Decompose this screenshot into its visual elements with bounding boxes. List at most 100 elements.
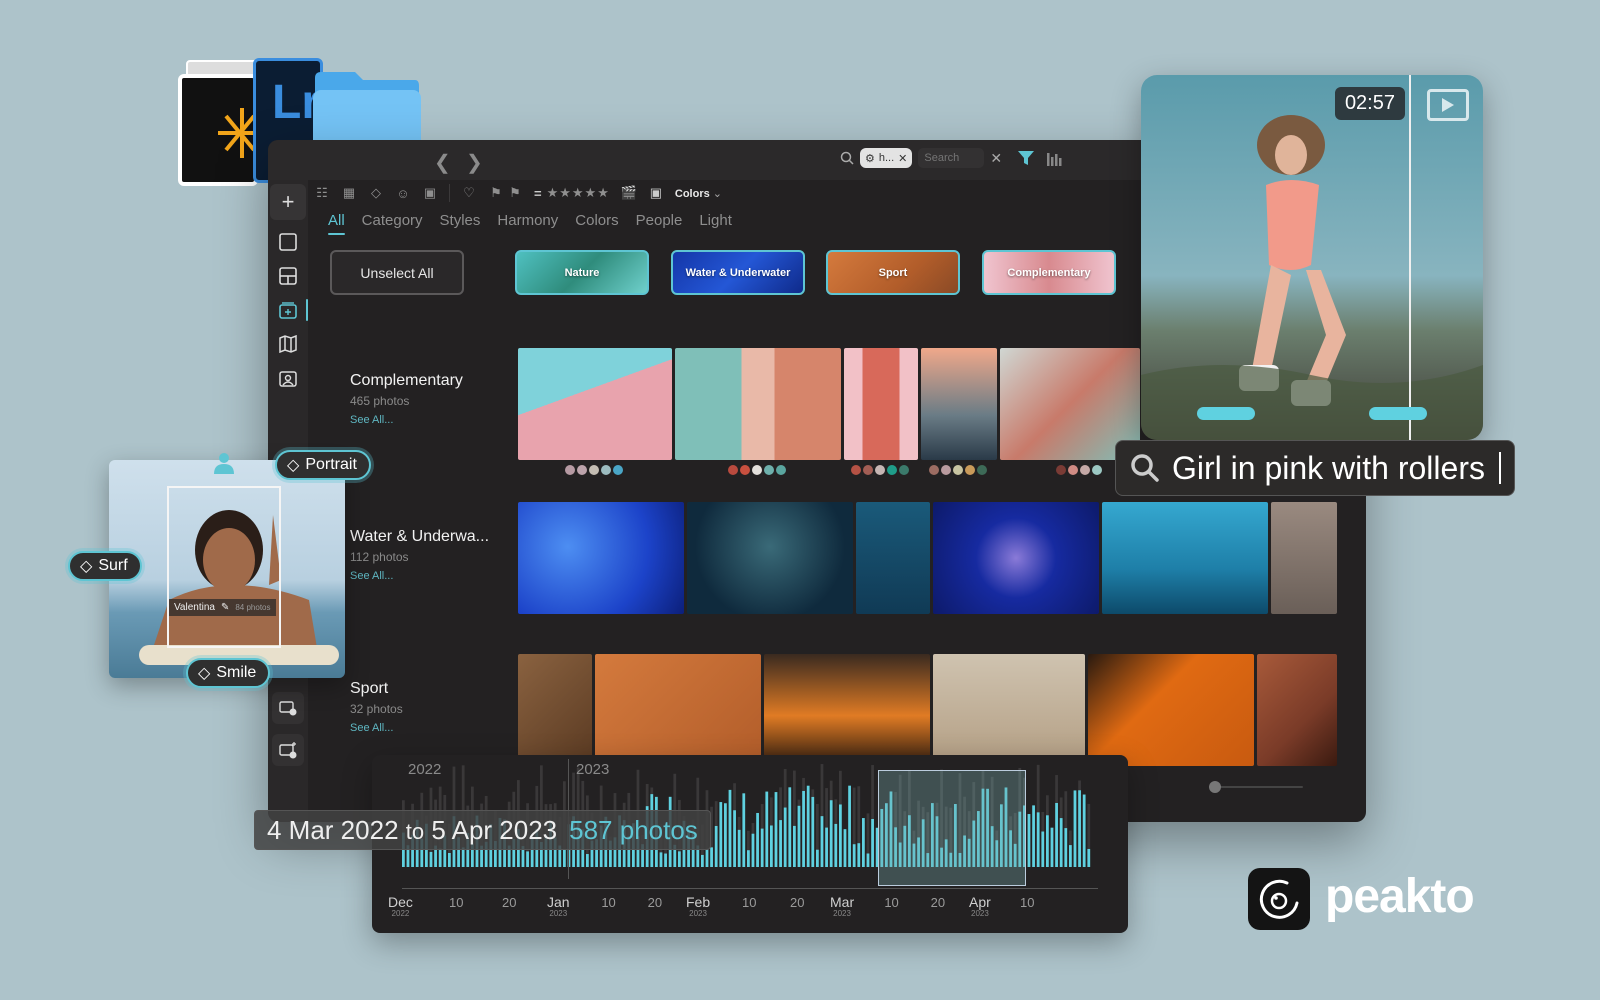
timeline-bar[interactable]	[438, 848, 442, 867]
photo-thumbnail[interactable]	[595, 654, 761, 766]
forward-arrow-icon[interactable]: ❯	[466, 150, 483, 175]
timeline-bar[interactable]	[1087, 848, 1091, 867]
photo-thumbnail[interactable]	[856, 502, 930, 614]
flag-reject-icon[interactable]: ⚑	[507, 185, 523, 201]
tag-smile[interactable]: ◇ Smile	[186, 658, 271, 688]
color-swatch[interactable]	[929, 465, 939, 475]
heart-icon[interactable]: ♡	[461, 185, 477, 201]
tag-icon[interactable]: ◇	[368, 185, 384, 201]
grid-view-icon[interactable]	[274, 262, 302, 290]
see-all-link[interactable]: See All...	[350, 722, 403, 734]
filter-chip-sport[interactable]: Sport	[826, 250, 960, 295]
filter-chip-complementary[interactable]: Complementary	[982, 250, 1116, 295]
color-swatch[interactable]	[977, 465, 987, 475]
color-swatch[interactable]	[764, 465, 774, 475]
timeline-bar[interactable]	[1073, 790, 1077, 867]
timeline-bar[interactable]	[1059, 818, 1063, 867]
timeline-bar[interactable]	[586, 854, 589, 867]
tab-colors[interactable]: Colors	[575, 212, 618, 235]
video-preview[interactable]: 02:57	[1141, 75, 1483, 440]
timeline-bar[interactable]	[806, 785, 810, 867]
timeline-bar[interactable]	[659, 852, 663, 867]
timeline-bar[interactable]	[770, 825, 773, 867]
timeline-bar[interactable]	[733, 810, 736, 867]
timeline-bar[interactable]	[747, 850, 750, 867]
timeline-bar[interactable]	[848, 785, 851, 867]
timeline-bar[interactable]	[1027, 814, 1031, 867]
color-swatch[interactable]	[589, 465, 599, 475]
filter-icon[interactable]	[1018, 151, 1035, 165]
timeline-bar[interactable]	[866, 853, 870, 867]
timeline-bar[interactable]	[448, 852, 451, 867]
color-swatch[interactable]	[851, 465, 861, 475]
see-all-link[interactable]: See All...	[350, 414, 463, 426]
photo-thumbnail[interactable]	[1271, 502, 1337, 614]
photo-thumbnail[interactable]	[687, 502, 853, 614]
color-swatch[interactable]	[601, 465, 611, 475]
photo-thumbnail[interactable]	[933, 654, 1085, 766]
timeline-bar[interactable]	[843, 829, 847, 867]
timeline-bar[interactable]	[774, 792, 778, 867]
timeline-bar[interactable]	[563, 849, 566, 867]
color-swatch[interactable]	[728, 465, 738, 475]
tag-portrait[interactable]: ◇ Portrait	[275, 450, 371, 480]
rating-stars[interactable]: ★★★★★	[547, 185, 610, 201]
back-arrow-icon[interactable]: ❮	[434, 150, 451, 175]
timeline-bar[interactable]	[816, 849, 819, 867]
timeline-bar[interactable]	[1041, 831, 1045, 867]
timeline-bar[interactable]	[737, 829, 741, 867]
tab-people[interactable]: People	[636, 212, 683, 235]
photo-thumbnail[interactable]	[844, 348, 918, 460]
single-view-icon[interactable]	[274, 228, 302, 256]
timeline-bar[interactable]	[871, 818, 874, 867]
unselect-all-button[interactable]: Unselect All	[330, 250, 464, 295]
timeline-selection[interactable]	[878, 770, 1026, 886]
timeline-bar[interactable]	[862, 818, 865, 867]
timeline-bar[interactable]	[719, 802, 723, 867]
timeline-bar[interactable]	[728, 789, 732, 867]
clear-search-icon[interactable]: ✕	[990, 150, 1002, 167]
chip-close-icon[interactable]: ✕	[898, 152, 907, 165]
photo-thumbnail[interactable]	[764, 654, 930, 766]
photo-thumbnail[interactable]	[518, 502, 684, 614]
timeline-bar[interactable]	[793, 825, 796, 867]
color-swatch[interactable]	[565, 465, 575, 475]
face-search-icon[interactable]: ▣	[422, 185, 438, 201]
filter-chip-nature[interactable]: Nature	[515, 250, 649, 295]
timeline-bar[interactable]	[701, 854, 704, 867]
photo-thumbnail[interactable]	[1088, 654, 1254, 766]
timeline-bar[interactable]	[429, 851, 433, 867]
photo-thumbnail[interactable]	[933, 502, 1099, 614]
timeline-bar[interactable]	[839, 804, 842, 867]
slider-knob[interactable]	[1209, 781, 1221, 793]
person-icon[interactable]: ☺	[395, 185, 411, 201]
video-clapper-icon[interactable]: 🎬	[621, 185, 637, 201]
timeline-bar[interactable]	[820, 816, 824, 867]
timeline-bar[interactable]	[756, 812, 759, 867]
video-playhead[interactable]	[1409, 75, 1411, 440]
tab-harmony[interactable]: Harmony	[497, 212, 558, 235]
histogram-icon[interactable]	[1046, 150, 1062, 166]
face-recognition-card[interactable]: Valentina ✎ 84 photos	[109, 460, 345, 678]
timeline-bar[interactable]	[834, 823, 838, 867]
timeline-bar[interactable]	[852, 844, 856, 867]
timeline-bar[interactable]	[825, 827, 828, 867]
timeline-bar[interactable]	[779, 820, 782, 867]
trim-start-handle[interactable]	[1197, 407, 1255, 420]
tab-light[interactable]: Light	[699, 212, 732, 235]
tab-category[interactable]: Category	[362, 212, 423, 235]
search-query[interactable]: Girl in pink with rollers	[1172, 450, 1485, 487]
timeline-bar[interactable]	[1050, 827, 1054, 867]
timeline-bar[interactable]	[1064, 828, 1068, 867]
timeline-bar[interactable]	[760, 828, 764, 867]
timeline-bar[interactable]	[783, 807, 787, 867]
tab-all[interactable]: All	[328, 212, 345, 235]
search-filter-chip[interactable]: ⚙ h... ✕	[860, 148, 913, 168]
tab-styles[interactable]: Styles	[440, 212, 481, 235]
timeline-bar[interactable]	[1082, 794, 1086, 867]
timeline-bar[interactable]	[710, 847, 713, 867]
timeline-bar[interactable]	[1055, 802, 1058, 867]
tag-surf[interactable]: ◇ Surf	[68, 551, 142, 581]
color-swatch[interactable]	[887, 465, 897, 475]
photo-thumbnail[interactable]	[518, 348, 672, 460]
